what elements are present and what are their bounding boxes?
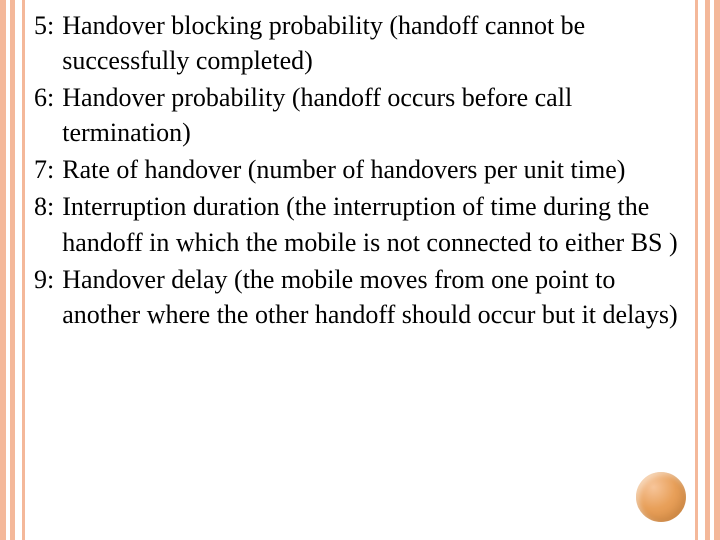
decorative-circle-icon	[636, 472, 686, 522]
item-text: Handover probability (handoff occurs bef…	[58, 80, 686, 150]
right-stripe-1	[714, 0, 720, 540]
list-item: 7: Rate of handover (number of handovers…	[34, 152, 686, 187]
left-stripe-gap-2	[15, 0, 22, 540]
item-text: Interruption duration (the interruption …	[58, 189, 686, 259]
right-stripe-3	[695, 0, 698, 540]
item-number: 8:	[34, 189, 58, 224]
item-text: Handover blocking probability (handoff c…	[58, 8, 686, 78]
item-text: Handover delay (the mobile moves from on…	[58, 262, 686, 332]
right-stripe-gap-2	[698, 0, 705, 540]
slide-content: 5: Handover blocking probability (handof…	[30, 8, 690, 532]
right-stripe-2	[705, 0, 710, 540]
item-number: 6:	[34, 80, 58, 115]
list-item: 9: Handover delay (the mobile moves from…	[34, 262, 686, 332]
item-number: 5:	[34, 8, 58, 43]
list-item: 8: Interruption duration (the interrupti…	[34, 189, 686, 259]
item-text: Rate of handover (number of handovers pe…	[58, 152, 625, 187]
item-number: 7:	[34, 152, 58, 187]
list-item: 6: Handover probability (handoff occurs …	[34, 80, 686, 150]
item-number: 9:	[34, 262, 58, 297]
list-item: 5: Handover blocking probability (handof…	[34, 8, 686, 78]
left-stripe-3	[22, 0, 25, 540]
right-stripe-gap-1	[710, 0, 714, 540]
